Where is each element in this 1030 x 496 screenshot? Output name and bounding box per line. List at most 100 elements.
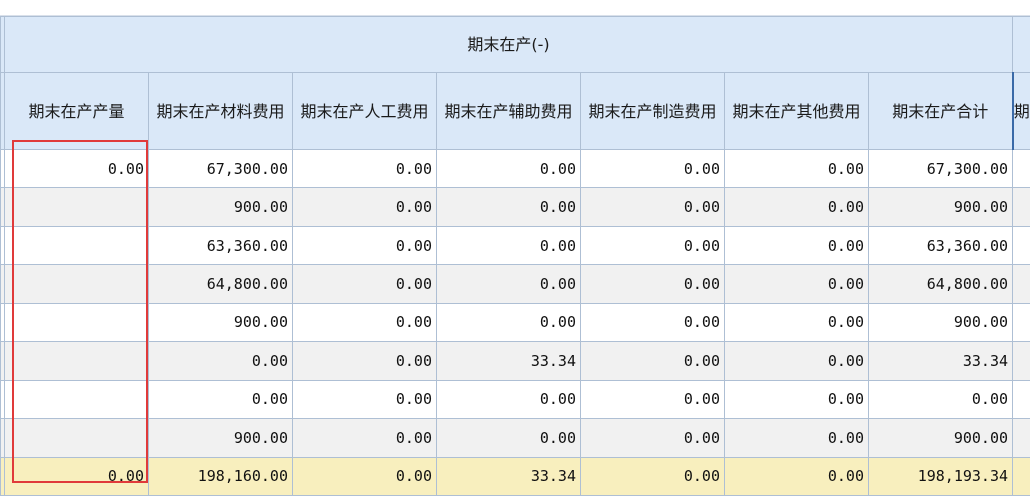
table-row[interactable]: 900.00 0.00 0.00 0.00 0.00 900.00 [0,187,1030,227]
cell-cut [1012,456,1030,496]
table-row[interactable]: 0.00 67,300.00 0.00 0.00 0.00 0.00 67,30… [0,148,1030,189]
cell-auxiliary[interactable]: 0.00 [436,225,581,266]
cell-material[interactable]: 0.00 [148,379,293,420]
cell-manufacturing[interactable]: 0.00 [580,148,725,189]
cell-manufacturing[interactable]: 0.00 [580,264,725,304]
cell-labor[interactable]: 0.00 [292,225,437,266]
cell-labor[interactable]: 0.00 [292,379,437,420]
total-manufacturing: 0.00 [580,456,725,496]
cell-quantity[interactable] [4,379,149,420]
cell-total[interactable]: 63,360.00 [867,225,1014,266]
cell-cut [1012,187,1030,227]
total-auxiliary: 33.34 [436,456,581,496]
table-row[interactable]: 900.00 0.00 0.00 0.00 0.00 900.00 [0,302,1030,343]
cell-auxiliary[interactable]: 0.00 [436,379,581,420]
column-header-label: 期末在产产量 [28,101,125,121]
cell-cut [1012,341,1030,381]
column-header-label: 期末在产辅助费用 [444,101,573,121]
cell-material[interactable]: 64,800.00 [148,264,293,304]
column-header-quantity[interactable]: 期末在产产量 [4,72,149,150]
cell-total[interactable]: 900.00 [867,302,1014,343]
cell-material[interactable]: 63,360.00 [148,225,293,266]
cell-labor[interactable]: 0.00 [292,187,437,227]
cell-material[interactable]: 900.00 [148,418,293,458]
cell-total[interactable]: 33.34 [867,341,1014,381]
cell-quantity[interactable] [4,187,149,227]
cell-total[interactable]: 0.00 [867,379,1014,420]
cell-manufacturing[interactable]: 0.00 [580,341,725,381]
cell-other[interactable]: 0.00 [724,302,869,343]
cell-total[interactable]: 900.00 [867,418,1014,458]
cell-auxiliary[interactable]: 0.00 [436,187,581,227]
cell-cut [1012,225,1030,266]
cell-auxiliary[interactable]: 0.00 [436,418,581,458]
cell-manufacturing[interactable]: 0.00 [580,225,725,266]
cell-other[interactable]: 0.00 [724,187,869,227]
column-header-total[interactable]: 期末在产合计 [867,72,1014,150]
cell-other[interactable]: 0.00 [724,341,869,381]
cell-labor[interactable]: 0.00 [292,302,437,343]
table-row[interactable]: 63,360.00 0.00 0.00 0.00 0.00 63,360.00 [0,225,1030,266]
column-header-auxiliary[interactable]: 期末在产辅助费用 [436,72,581,150]
total-other: 0.00 [724,456,869,496]
column-header-next-partial[interactable]: 期 [1011,72,1030,150]
column-header-label: 期末在产制造费用 [588,101,717,121]
total-labor: 0.00 [292,456,437,496]
cell-cut [1012,418,1030,458]
cell-auxiliary[interactable]: 0.00 [436,264,581,304]
cell-cut [1012,264,1030,304]
table-row[interactable]: 900.00 0.00 0.00 0.00 0.00 900.00 [0,418,1030,458]
cell-auxiliary[interactable]: 0.00 [436,148,581,189]
column-header-label: 期末在产合计 [892,101,989,121]
column-header-manufacturing[interactable]: 期末在产制造费用 [580,72,725,150]
cell-cut [1012,302,1030,343]
ending-wip-table: 期末在产(-) 期末在产产量 期末在产材料费用 期末在产人工费用 期末在产辅助费… [0,16,1030,496]
column-header-label: 期末在产材料费用 [156,101,285,121]
cell-auxiliary[interactable]: 33.34 [436,341,581,381]
report-screen: 期末在产(-) 期末在产产量 期末在产材料费用 期末在产人工费用 期末在产辅助费… [0,0,1030,496]
cell-quantity[interactable] [4,264,149,304]
cell-labor[interactable]: 0.00 [292,341,437,381]
cell-material[interactable]: 67,300.00 [148,148,293,189]
cell-auxiliary[interactable]: 0.00 [436,302,581,343]
cell-total[interactable]: 900.00 [867,187,1014,227]
table-row[interactable]: 64,800.00 0.00 0.00 0.00 0.00 64,800.00 [0,264,1030,304]
column-header-material[interactable]: 期末在产材料费用 [148,72,293,150]
column-header-other[interactable]: 期末在产其他费用 [724,72,869,150]
toolbar-strip [0,0,1030,16]
cell-labor[interactable]: 0.00 [292,264,437,304]
cell-other[interactable]: 0.00 [724,148,869,189]
cell-material[interactable]: 900.00 [148,302,293,343]
cell-other[interactable]: 0.00 [724,225,869,266]
total-material: 198,160.00 [148,456,293,496]
column-header-label: 期末在产其他费用 [732,101,861,121]
cell-cut [1012,379,1030,420]
table-row[interactable]: 0.00 0.00 33.34 0.00 0.00 33.34 [0,341,1030,381]
group-header-ending-wip: 期末在产(-) [3,16,1014,73]
cell-labor[interactable]: 0.00 [292,418,437,458]
cell-quantity[interactable]: 0.00 [4,148,149,189]
cell-manufacturing[interactable]: 0.00 [580,379,725,420]
table-row[interactable]: 0.00 0.00 0.00 0.00 0.00 0.00 [0,379,1030,420]
cell-manufacturing[interactable]: 0.00 [580,418,725,458]
column-header-label: 期末在产人工费用 [300,101,429,121]
cell-quantity[interactable] [4,225,149,266]
cell-other[interactable]: 0.00 [724,264,869,304]
cell-cut [1012,148,1030,189]
cell-labor[interactable]: 0.00 [292,148,437,189]
cell-total[interactable]: 67,300.00 [867,148,1014,189]
total-quantity: 0.00 [4,456,149,496]
cell-material[interactable]: 900.00 [148,187,293,227]
cell-manufacturing[interactable]: 0.00 [580,302,725,343]
cell-manufacturing[interactable]: 0.00 [580,187,725,227]
cell-quantity[interactable] [4,418,149,458]
cell-other[interactable]: 0.00 [724,418,869,458]
total-row[interactable]: 0.00 198,160.00 0.00 33.34 0.00 0.00 198… [0,456,1030,496]
cell-quantity[interactable] [4,341,149,381]
cell-quantity[interactable] [4,302,149,343]
cell-total[interactable]: 64,800.00 [867,264,1014,304]
cell-material[interactable]: 0.00 [148,341,293,381]
cell-other[interactable]: 0.00 [724,379,869,420]
total-grand: 198,193.34 [867,456,1014,496]
column-header-labor[interactable]: 期末在产人工费用 [292,72,437,150]
